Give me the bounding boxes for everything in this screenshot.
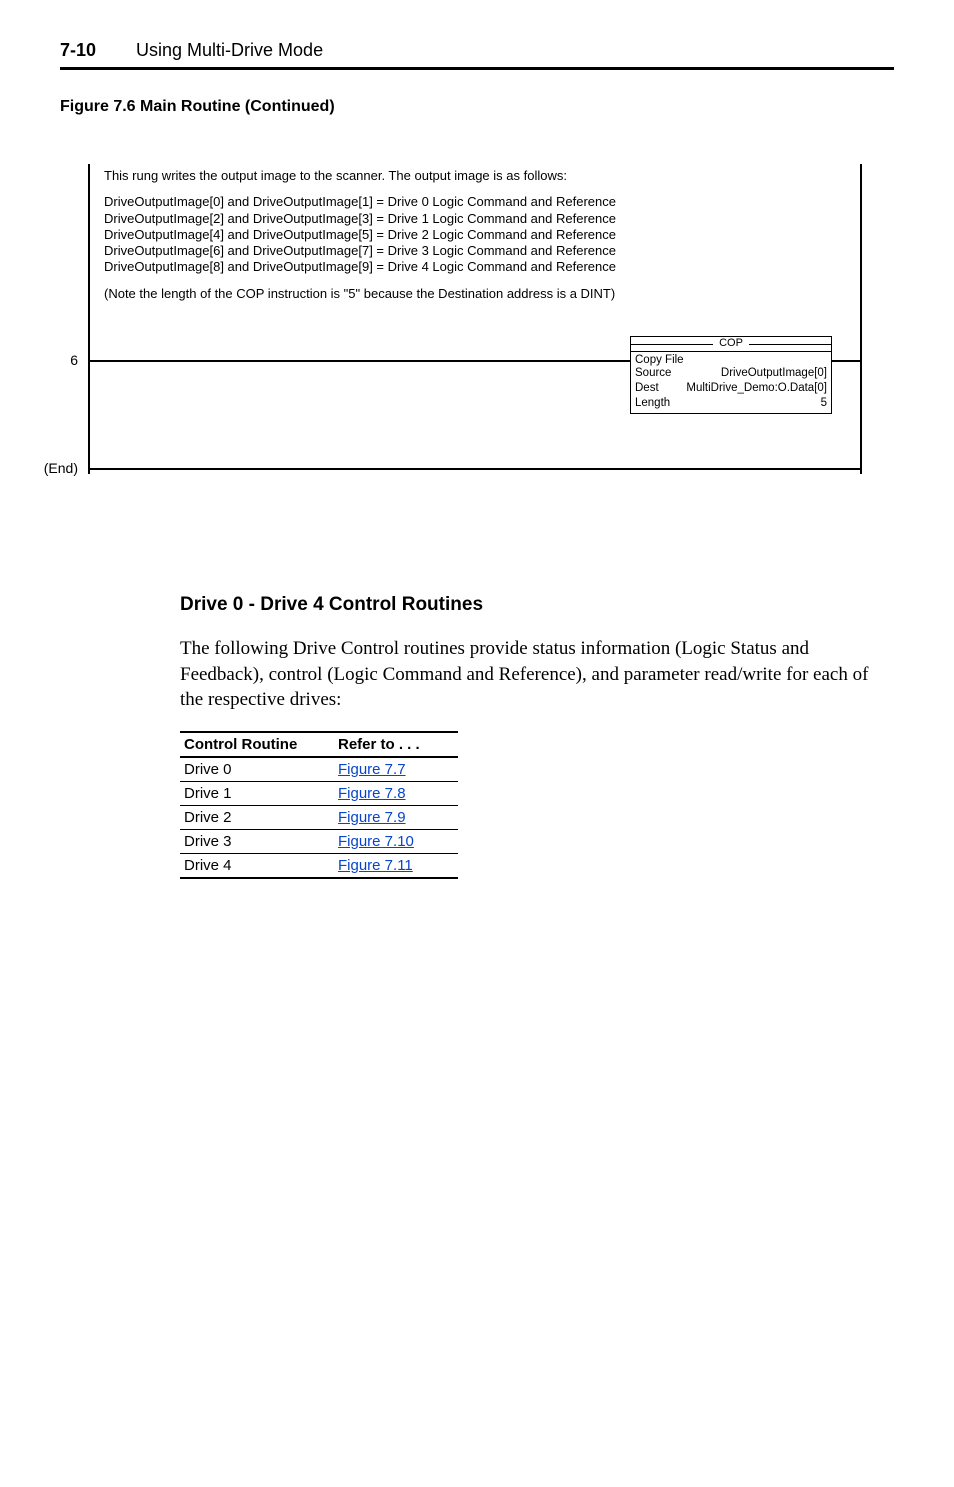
cop-length-value: 5	[821, 396, 827, 411]
control-routine-table: Control Routine Refer to . . . Drive 0 F…	[180, 731, 458, 879]
figure-link[interactable]: Figure 7.8	[338, 785, 406, 802]
cop-dest-value: MultiDrive_Demo:O.Data[0]	[686, 381, 827, 396]
rung-number-6: 6	[40, 352, 78, 368]
cop-dest-label: Dest	[635, 381, 659, 396]
ladder-diagram: 6 (End) This rung writes the output imag…	[40, 164, 894, 504]
cop-mnemonic: COP	[631, 337, 831, 349]
rung-comment-line: DriveOutputImage[0] and DriveOutputImage…	[104, 194, 824, 210]
table-header-routine: Control Routine	[180, 732, 334, 757]
figure-link[interactable]: Figure 7.7	[338, 761, 406, 778]
end-rung-wire	[90, 468, 862, 470]
rung-comment-line: DriveOutputImage[2] and DriveOutputImage…	[104, 211, 824, 227]
routine-cell: Drive 3	[180, 829, 334, 853]
page-number: 7-10	[60, 40, 96, 61]
table-header-refer: Refer to . . .	[334, 732, 458, 757]
table-row: Drive 2 Figure 7.9	[180, 805, 458, 829]
rung-wire	[90, 360, 630, 362]
page-header: 7-10 Using Multi-Drive Mode	[60, 40, 894, 70]
header-title: Using Multi-Drive Mode	[136, 40, 323, 61]
table-row: Drive 0 Figure 7.7	[180, 757, 458, 782]
ladder-rail-right	[860, 164, 862, 474]
cop-header: COP	[631, 337, 831, 352]
rung-comment-line: (Note the length of the COP instruction …	[104, 286, 824, 302]
figure-link[interactable]: Figure 7.11	[338, 857, 413, 874]
rung-comment-line: DriveOutputImage[4] and DriveOutputImage…	[104, 227, 824, 243]
rung-comment: This rung writes the output image to the…	[104, 168, 824, 302]
rung-comment-line: This rung writes the output image to the…	[104, 168, 824, 184]
rung-comment-line: DriveOutputImage[6] and DriveOutputImage…	[104, 243, 824, 259]
table-row: Drive 4 Figure 7.11	[180, 853, 458, 878]
routine-cell: Drive 2	[180, 805, 334, 829]
section-heading: Drive 0 - Drive 4 Control Routines	[180, 594, 894, 616]
routine-cell: Drive 0	[180, 757, 334, 782]
cop-source-value: DriveOutputImage[0]	[721, 366, 827, 381]
rung-comment-line: DriveOutputImage[8] and DriveOutputImage…	[104, 259, 824, 275]
table-row: Drive 1 Figure 7.8	[180, 781, 458, 805]
routine-cell: Drive 1	[180, 781, 334, 805]
cop-title: Copy File	[635, 354, 827, 366]
figure-link[interactable]: Figure 7.9	[338, 809, 406, 826]
table-row: Drive 3 Figure 7.10	[180, 829, 458, 853]
cop-length-label: Length	[635, 396, 670, 411]
rung-wire	[830, 360, 860, 362]
rung-end-label: (End)	[40, 460, 78, 476]
cop-source-label: Source	[635, 366, 671, 381]
cop-instruction-block: COP Copy File Source DriveOutputImage[0]…	[630, 336, 832, 414]
figure-link[interactable]: Figure 7.10	[338, 833, 414, 850]
figure-caption: Figure 7.6 Main Routine (Continued)	[60, 98, 894, 116]
ladder-rail-left	[88, 164, 90, 474]
routine-cell: Drive 4	[180, 853, 334, 878]
section-paragraph: The following Drive Control routines pro…	[180, 636, 874, 713]
